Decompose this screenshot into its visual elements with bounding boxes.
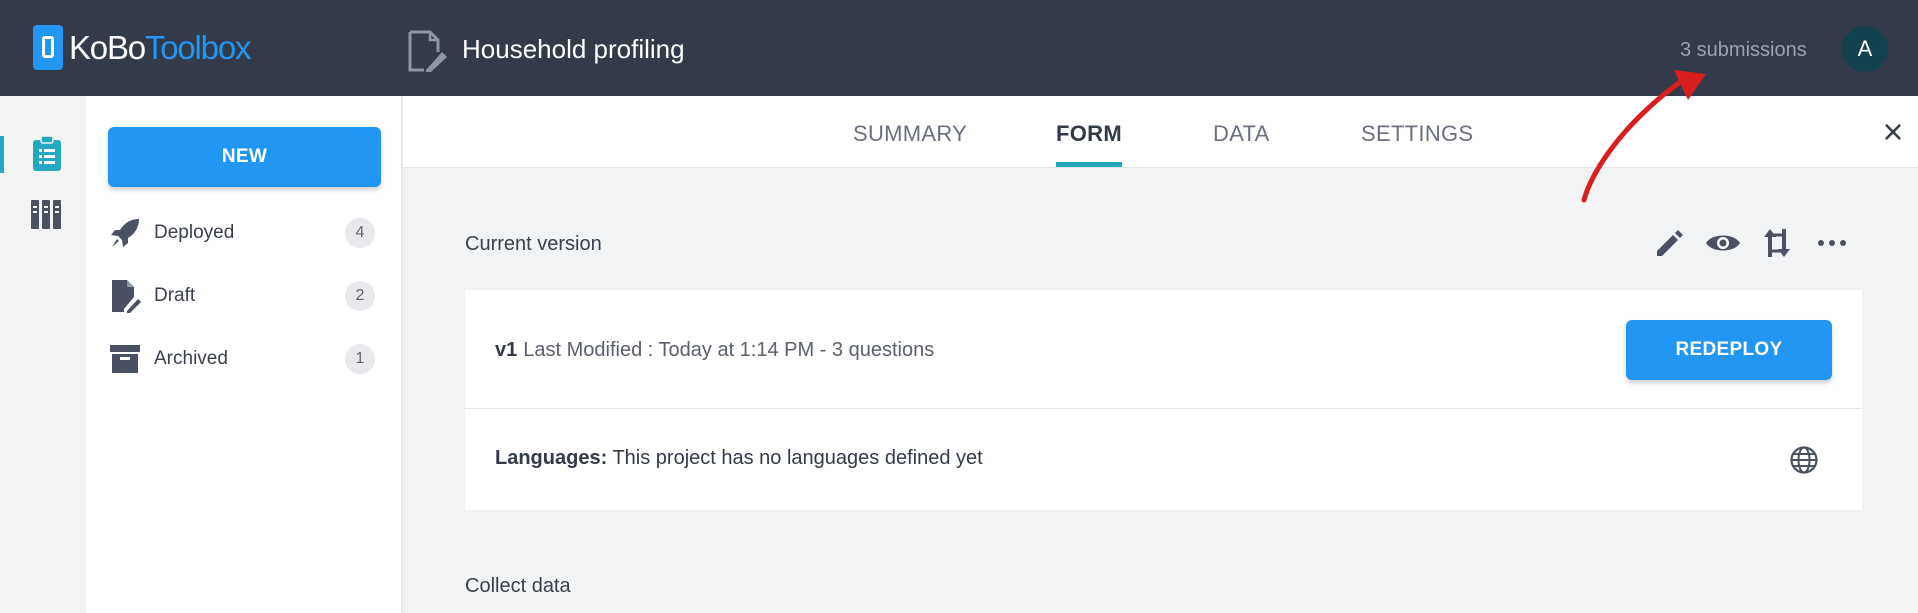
- languages-info: Languages: This project has no languages…: [495, 446, 983, 470]
- globe-icon[interactable]: [1789, 445, 1819, 475]
- active-rail-indicator: [0, 136, 4, 173]
- current-version-heading: Current version: [465, 233, 602, 255]
- annotation-arrow-icon: [1581, 70, 1706, 203]
- rocket-icon: [108, 216, 142, 250]
- submissions-count: 3 submissions: [1680, 39, 1807, 61]
- replace-form-icon[interactable]: [1758, 224, 1796, 262]
- collect-data-heading: Collect data: [465, 575, 571, 597]
- left-rail: [0, 96, 86, 613]
- tab-form[interactable]: FORM: [1056, 120, 1122, 148]
- edit-pencil-icon[interactable]: [1650, 224, 1688, 262]
- sidebar-item-archived[interactable]: Archived 1: [108, 339, 381, 379]
- project-title: Household profiling: [462, 34, 685, 64]
- count-badge: 4: [345, 218, 375, 248]
- projects-sidebar: NEW Deployed 4 Draft 2 Archived 1: [86, 96, 403, 613]
- languages-card: Languages: This project has no languages…: [465, 409, 1862, 510]
- archive-box-icon: [108, 342, 142, 376]
- new-project-button[interactable]: NEW: [108, 127, 381, 187]
- active-tab-underline: [1056, 162, 1122, 167]
- redeploy-button[interactable]: REDEPLOY: [1626, 320, 1832, 380]
- library-books-icon[interactable]: [30, 198, 62, 230]
- user-avatar[interactable]: A: [1842, 26, 1888, 72]
- sidebar-item-label: Archived: [154, 348, 228, 369]
- sidebar-item-deployed[interactable]: Deployed 4: [108, 213, 381, 253]
- logo-mark-icon: [33, 25, 63, 70]
- more-options-icon[interactable]: [1813, 224, 1851, 262]
- logo-text: KoBoToolbox: [69, 29, 251, 66]
- tab-summary[interactable]: SUMMARY: [853, 120, 967, 148]
- sidebar-item-label: Deployed: [154, 222, 235, 243]
- tab-data[interactable]: DATA: [1213, 120, 1270, 148]
- sidebar-item-draft[interactable]: Draft 2: [108, 276, 381, 316]
- version-details: Last Modified : Today at 1:14 PM - 3 que…: [523, 339, 935, 361]
- version-number: v1: [495, 339, 518, 361]
- count-badge: 2: [345, 281, 375, 311]
- version-card: v1 Last Modified : Today at 1:14 PM - 3 q…: [465, 290, 1862, 409]
- close-icon[interactable]: ×: [1876, 114, 1910, 150]
- sidebar-item-label: Draft: [154, 285, 196, 306]
- languages-label: Languages:: [495, 447, 608, 469]
- deployed-form-icon: [408, 30, 447, 72]
- count-badge: 1: [345, 344, 375, 374]
- draft-file-icon: [108, 279, 142, 313]
- kobotoolbox-logo[interactable]: KoBoToolbox: [33, 25, 251, 70]
- forms-clipboard-icon[interactable]: [32, 136, 62, 172]
- preview-eye-icon[interactable]: [1704, 224, 1742, 262]
- version-info: v1 Last Modified : Today at 1:14 PM - 3 q…: [495, 338, 934, 362]
- tab-settings[interactable]: SETTINGS: [1361, 120, 1473, 148]
- languages-text: This project has no languages defined ye…: [612, 447, 983, 469]
